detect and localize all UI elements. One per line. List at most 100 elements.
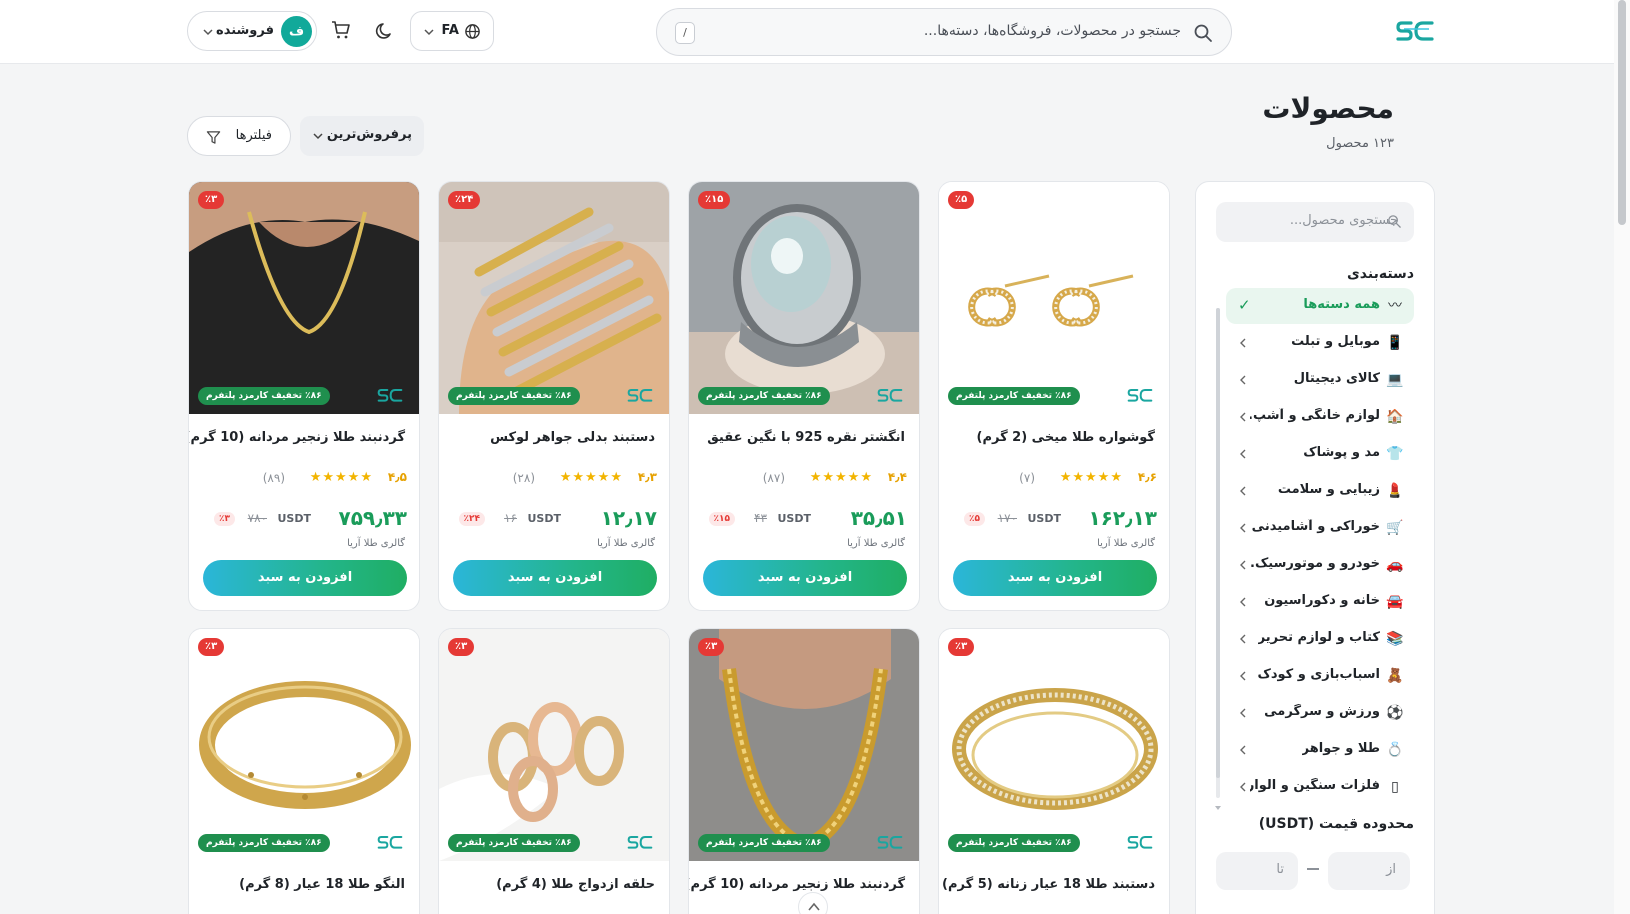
category-item[interactable]: ▯ فلزات سنگین و الوار: [1226, 769, 1414, 805]
chevron-left-icon: [1240, 745, 1246, 755]
platform-promo-badge: ٪۸۶ تخفیف کارمزد پلتفرم: [448, 834, 580, 852]
category-icon: 👕: [1386, 446, 1404, 462]
category-label: طلا و جواهر: [1301, 741, 1380, 756]
product-card[interactable]: ٪۳ ٪۸۶ تخفیف کارمزد پلتفرم النگو طلا 18 عی…: [188, 628, 420, 914]
seller-name[interactable]: گالری طلا آریا: [347, 538, 405, 549]
category-item[interactable]: 🏠 لوازم خانگی و آشپ...: [1226, 399, 1414, 435]
category-item[interactable]: 🚗 خودرو و موتورسیک...: [1226, 547, 1414, 583]
product-image[interactable]: [939, 182, 1169, 414]
product-photo: [689, 182, 919, 414]
sort-select[interactable]: پرفروش‌ترین: [300, 116, 424, 156]
scroll-to-top-button[interactable]: [798, 892, 828, 914]
product-card[interactable]: ٪۲۴ ٪۸۶ تخفیف کارمزد پلتفرم دستبند بدلی جو…: [438, 181, 670, 611]
category-item[interactable]: 🚘 خانه و دکوراسیون: [1226, 584, 1414, 620]
category-item[interactable]: 〰 همه دسته‌ها ✓: [1226, 288, 1414, 324]
price-range-dash: [1307, 868, 1319, 870]
cart-icon[interactable]: [331, 20, 351, 40]
product-image[interactable]: [439, 629, 669, 861]
chevron-left-icon: [1240, 338, 1246, 348]
price-from-input[interactable]: از: [1328, 852, 1410, 890]
current-price: ۷۵۹٫۳۳: [338, 506, 407, 530]
categories-scrollbar[interactable]: [1216, 308, 1220, 798]
shopceeper-logo[interactable]: [1395, 16, 1435, 46]
language-selector[interactable]: FA: [410, 11, 494, 51]
category-icon: 🛒: [1386, 520, 1404, 536]
product-card[interactable]: ٪۳ ٪۸۶ تخفیف کارمزد پلتفرم گردنبند طلا زنج…: [188, 181, 420, 611]
product-card[interactable]: ٪۵ ٪۸۶ تخفیف کارمزد پلتفرم گوشواره طلا میخ…: [938, 181, 1170, 611]
categories-scrollbar-thumb[interactable]: [1216, 308, 1220, 778]
product-image[interactable]: [689, 629, 919, 861]
category-item[interactable]: 📱 موبایل و تبلت: [1226, 325, 1414, 361]
add-to-cart-button[interactable]: افزودن به سبد: [953, 560, 1157, 596]
currency-label: USDT: [527, 512, 562, 525]
product-card[interactable]: ٪۳ ٪۸۶ تخفیف کارمزد پلتفرم گردنبند طلا زنج…: [688, 628, 920, 914]
product-card[interactable]: ٪۳ ٪۸۶ تخفیف کارمزد پلتفرم دستبند طلا 18 ع…: [938, 628, 1170, 914]
price-discount-badge: ٪۵: [964, 512, 985, 526]
product-name[interactable]: دستبند طلا 18 عیار زنانه (5 گرم): [942, 877, 1155, 892]
seller-name[interactable]: گالری طلا آریا: [1097, 538, 1155, 549]
category-label: زیبایی و سلامت: [1277, 482, 1380, 497]
star-icons: ★★★★★: [809, 470, 873, 485]
product-name[interactable]: گردنبند طلا زنجیر مردانه (10 گرم): [689, 877, 905, 892]
product-image[interactable]: [689, 182, 919, 414]
product-name[interactable]: النگو طلا 18 عیار (8 گرم): [239, 877, 405, 892]
category-item[interactable]: 💄 زیبایی و سلامت: [1226, 473, 1414, 509]
product-name[interactable]: حلقه ازدواج طلا (4 گرم): [496, 877, 655, 892]
page-scrollbar[interactable]: [1614, 0, 1630, 914]
current-price: ۳۵٫۵۱: [850, 506, 907, 530]
global-search[interactable]: جستجو در محصولات، فروشگاه‌ها، دسته‌ها...…: [656, 8, 1232, 56]
brand-watermark-icon: [377, 836, 403, 849]
product-image[interactable]: [439, 182, 669, 414]
product-rating: ۴٫۶ ★★★★★ (۷): [939, 470, 1157, 486]
price-to-input[interactable]: تا: [1216, 852, 1298, 890]
product-name[interactable]: انگشتر نقره 925 با نگین عقیق: [707, 430, 905, 445]
chevron-down-icon: [424, 29, 434, 36]
product-name[interactable]: گوشواره طلا میخی (2 گرم): [977, 430, 1155, 445]
platform-promo-badge: ٪۸۶ تخفیف کارمزد پلتفرم: [948, 834, 1080, 852]
seller-name[interactable]: گالری طلا آریا: [847, 538, 905, 549]
category-label: خودرو و موتورسیک...: [1250, 556, 1380, 571]
user-menu[interactable]: ف فروشنده: [187, 11, 317, 51]
platform-promo-badge: ٪۸۶ تخفیف کارمزد پلتفرم: [198, 387, 330, 405]
brand-watermark-icon: [1127, 389, 1153, 402]
product-name[interactable]: گردنبند طلا زنجیر مردانه (10 گرم): [189, 430, 405, 445]
category-label: موبایل و تبلت: [1291, 334, 1380, 349]
category-item[interactable]: 👕 مد و پوشاک: [1226, 436, 1414, 472]
rating-value: ۴٫۵: [387, 470, 407, 484]
rating-value: ۴٫۳: [637, 470, 657, 484]
add-to-cart-button[interactable]: افزودن به سبد: [703, 560, 907, 596]
product-image[interactable]: [189, 629, 419, 861]
filters-label: فیلترها: [235, 128, 272, 143]
category-item[interactable]: ⚽ ورزش و سرگرمی: [1226, 695, 1414, 731]
product-photo: [939, 629, 1169, 861]
product-image[interactable]: [189, 182, 419, 414]
scrollbar-thumb[interactable]: [1618, 0, 1626, 225]
old-price: ۴۳: [754, 511, 767, 525]
product-card[interactable]: ٪۳ ٪۸۶ تخفیف کارمزد پلتفرم حلقه ازدواج طلا…: [438, 628, 670, 914]
category-item[interactable]: 🧸 اسباب‌بازی و کودک: [1226, 658, 1414, 694]
add-to-cart-button[interactable]: افزودن به سبد: [453, 560, 657, 596]
category-label: لوازم خانگی و آشپ...: [1250, 408, 1380, 423]
filter-icon: [206, 131, 221, 144]
filters-button[interactable]: فیلترها: [187, 116, 291, 156]
avatar: ف: [281, 16, 312, 47]
category-item[interactable]: 💻 کالای دیجیتال: [1226, 362, 1414, 398]
product-search-input[interactable]: جستجوی محصول...: [1216, 202, 1414, 242]
currency-label: USDT: [777, 512, 812, 525]
product-card[interactable]: ٪۱۵ ٪۸۶ تخفیف کارمزد پلتفرم انگشتر نقره 92…: [688, 181, 920, 611]
category-item[interactable]: 📚 کتاب و لوازم تحریر: [1226, 621, 1414, 657]
currency-label: USDT: [1027, 512, 1062, 525]
category-item[interactable]: 🛒 خوراکی و آشامیدنی: [1226, 510, 1414, 546]
product-name[interactable]: دستبند بدلی جواهر لوکس: [490, 430, 655, 445]
add-to-cart-button[interactable]: افزودن به سبد: [203, 560, 407, 596]
product-photo: [439, 629, 669, 861]
product-image[interactable]: [939, 629, 1169, 861]
user-name: فروشنده: [216, 23, 274, 38]
chevron-down-icon: [203, 29, 213, 36]
platform-promo-badge: ٪۸۶ تخفیف کارمزد پلتفرم: [948, 387, 1080, 405]
category-item[interactable]: 💍 طلا و جواهر: [1226, 732, 1414, 768]
seller-name[interactable]: گالری طلا آریا: [597, 538, 655, 549]
chevron-left-icon: [1240, 523, 1246, 533]
scroll-down-icon[interactable]: [1213, 804, 1223, 812]
moon-icon[interactable]: [375, 21, 395, 41]
